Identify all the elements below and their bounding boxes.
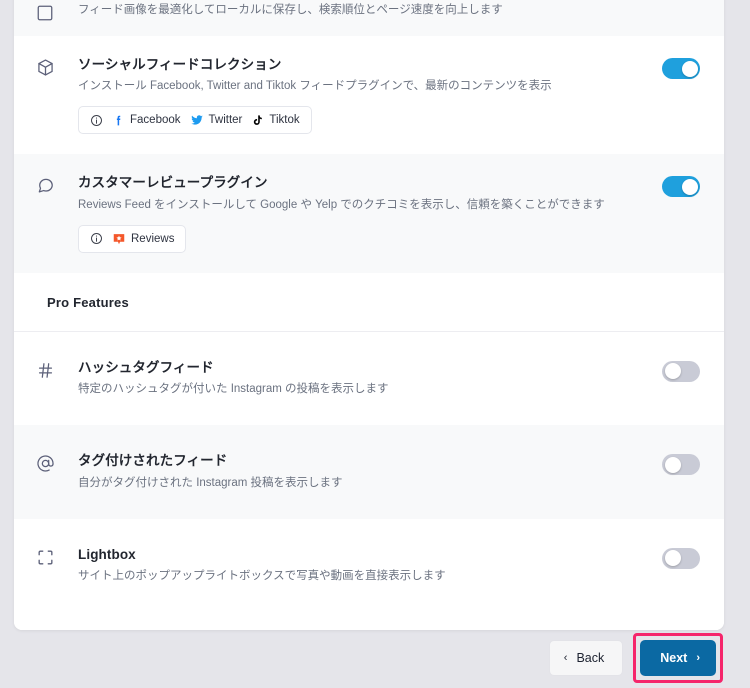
back-button[interactable]: ‹ Back: [548, 640, 624, 676]
feature-description: サイト上のポップアップライトボックスで写真や動画を直接表示します: [78, 570, 446, 583]
feature-row-partial: フィード画像を最適化してローカルに保存し、検索順位とページ速度を向上します: [14, 0, 724, 36]
chip-tiktok[interactable]: Tiktok: [251, 114, 300, 127]
feature-description: インストール Facebook, Twitter and Tiktok フィード…: [78, 80, 552, 93]
feature-toggle-tagged-feed[interactable]: [662, 454, 700, 476]
tiktok-icon: [251, 114, 264, 127]
speech-bubble-icon: [36, 174, 66, 195]
feature-toggle-customer-review-plugin[interactable]: [662, 176, 700, 198]
feature-title: カスタマーレビュープラグイン: [78, 175, 268, 191]
twitter-icon: [190, 113, 204, 127]
chevron-right-icon: ›: [696, 651, 700, 664]
toggle-knob: [681, 60, 698, 77]
reviews-feed-icon: [112, 232, 126, 246]
feature-title: ソーシャルフィードコレクション: [78, 57, 282, 72]
chip-label: Reviews: [131, 232, 175, 245]
facebook-icon: [112, 114, 125, 127]
chip-reviews[interactable]: Reviews: [112, 232, 174, 246]
chip-label: Tiktok: [269, 114, 300, 127]
onboarding-feature-card: フィード画像を最適化してローカルに保存し、検索順位とページ速度を向上します ソー…: [14, 0, 724, 631]
feature-toggle-lightbox[interactable]: [662, 547, 700, 569]
image-optimize-icon: [36, 2, 66, 22]
feature-description: 自分がタグ付けされた Instagram 投稿を表示します: [78, 476, 343, 489]
chip-twitter[interactable]: Twitter: [190, 113, 243, 127]
toggle-knob: [664, 550, 681, 567]
next-button-highlight: Next ›: [633, 633, 723, 683]
package-box-icon: [36, 56, 66, 77]
chevron-left-icon: ‹: [563, 651, 568, 664]
lightbox-expand-icon: [36, 546, 66, 567]
section-header-pro-features: Pro Features: [14, 272, 724, 332]
toggle-knob: [664, 456, 681, 473]
toggle-knob: [681, 178, 698, 195]
section-header-label: Pro Features: [47, 294, 129, 310]
feature-row-lightbox[interactable]: Lightbox サイト上のポップアップライトボックスで写真や動画を直接表示しま…: [14, 518, 724, 631]
wizard-footer: ‹ Back Next ›: [0, 628, 750, 688]
next-button[interactable]: Next ›: [640, 640, 716, 676]
next-button-label: Next: [660, 651, 688, 665]
chip-facebook[interactable]: Facebook: [112, 114, 181, 127]
hashtag-icon: [36, 359, 66, 380]
feature-toggle-hashtag-feed[interactable]: [662, 360, 700, 382]
feature-row-customer-review-plugin[interactable]: カスタマーレビュープラグイン Reviews Feed をインストールして Go…: [14, 154, 724, 273]
back-button-label: Back: [576, 651, 605, 665]
feature-toggle-social-feed-collection[interactable]: [662, 58, 700, 79]
feature-description: 特定のハッシュタグが付いた Instagram の投稿を表示します: [78, 383, 389, 396]
info-circle-icon[interactable]: [90, 232, 103, 245]
feature-title: Lightbox: [78, 546, 136, 562]
at-sign-icon: [36, 452, 66, 473]
reviews-plugin-chip-bar[interactable]: Reviews: [78, 224, 187, 253]
feature-row-social-feed-collection[interactable]: ソーシャルフィードコレクション インストール Facebook, Twitter…: [14, 36, 724, 155]
feature-title: タグ付けされたフィード: [78, 453, 228, 469]
chip-label: Facebook: [130, 114, 181, 127]
info-circle-icon[interactable]: [90, 114, 103, 127]
feature-row-tagged-feed[interactable]: タグ付けされたフィード 自分がタグ付けされた Instagram 投稿を表示しま…: [14, 425, 724, 519]
feature-title: ハッシュタグフィード: [78, 359, 214, 375]
chip-label: Twitter: [208, 114, 243, 127]
feature-row-hashtag-feed[interactable]: ハッシュタグフィード 特定のハッシュタグが付いた Instagram の投稿を表…: [14, 331, 724, 426]
social-plugins-chip-bar[interactable]: Facebook Twitter Tiktok: [78, 106, 312, 135]
feature-description: Reviews Feed をインストールして Google や Yelp でのク…: [78, 198, 605, 211]
feature-row-partial-description: フィード画像を最適化してローカルに保存し、検索順位とページ速度を向上します: [78, 4, 503, 16]
toggle-knob: [664, 363, 681, 380]
